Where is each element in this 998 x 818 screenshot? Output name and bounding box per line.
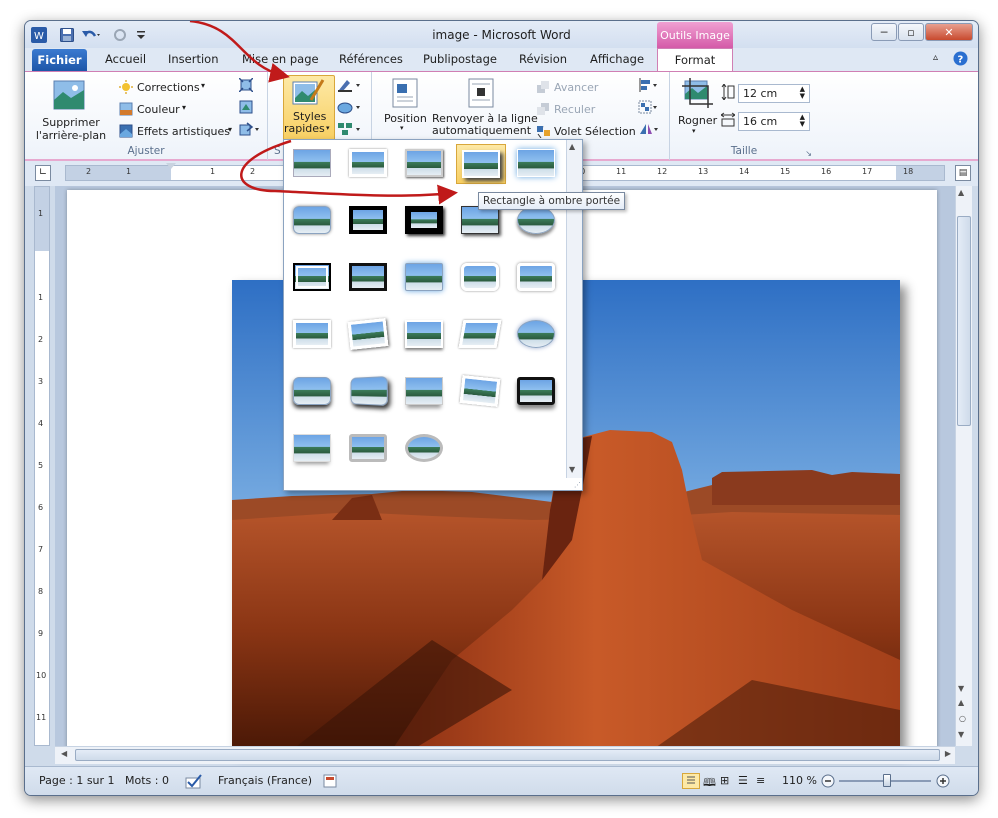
- annotation-arrow-to-gallery-item: [240, 139, 458, 205]
- annotation-arrow-to-styles: [189, 21, 290, 83]
- word-window: W image - Microsoft Word Outils Image ─ …: [24, 20, 979, 796]
- annotation-arrows: [189, 21, 458, 205]
